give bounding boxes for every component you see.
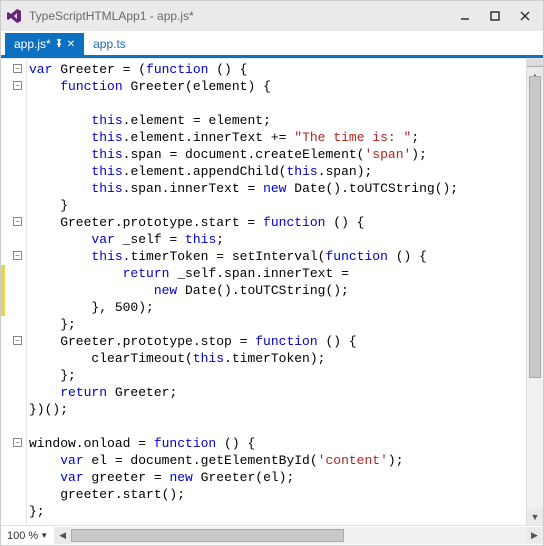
code-editor[interactable]: var Greeter = (function () { function Gr… bbox=[27, 59, 526, 525]
tab-label: app.js* bbox=[14, 37, 51, 51]
code-line[interactable]: function Greeter(element) { bbox=[29, 78, 526, 95]
tab-app-ts[interactable]: app.ts bbox=[84, 33, 135, 55]
window-title: TypeScriptHTMLApp1 - app.js* bbox=[29, 9, 451, 23]
close-button[interactable] bbox=[511, 5, 539, 27]
code-line[interactable]: this.element.appendChild(this.span); bbox=[29, 163, 526, 180]
fold-toggle[interactable]: − bbox=[13, 336, 22, 345]
editor-area: − − − − − − var Greeter = (function () { func… bbox=[1, 58, 543, 525]
fold-toggle[interactable]: − bbox=[13, 81, 22, 90]
hscroll-thumb[interactable] bbox=[71, 529, 344, 542]
code-line[interactable]: }; bbox=[29, 316, 526, 333]
code-line[interactable] bbox=[29, 95, 526, 112]
fold-toggle[interactable]: − bbox=[13, 64, 22, 73]
vertical-scrollbar[interactable]: ▲ ▼ bbox=[526, 59, 543, 525]
scroll-down-arrow[interactable]: ▼ bbox=[527, 508, 543, 525]
code-line[interactable]: clearTimeout(this.timerToken); bbox=[29, 350, 526, 367]
split-handle[interactable] bbox=[527, 59, 543, 67]
fold-toggle[interactable]: − bbox=[13, 251, 22, 260]
code-line[interactable]: }; bbox=[29, 367, 526, 384]
code-line[interactable]: this.span.innerText = new Date().toUTCSt… bbox=[29, 180, 526, 197]
code-line[interactable]: } bbox=[29, 197, 526, 214]
code-line[interactable]: var Greeter = (function () { bbox=[29, 61, 526, 78]
code-line[interactable]: return _self.span.innerText = bbox=[29, 265, 526, 282]
zoom-level: 100 % bbox=[7, 530, 38, 542]
code-line[interactable]: }; bbox=[29, 503, 526, 520]
tabbar: app.js* ✕ app.ts bbox=[1, 31, 543, 55]
tab-label: app.ts bbox=[93, 37, 126, 51]
code-line[interactable]: this.span = document.createElement('span… bbox=[29, 146, 526, 163]
code-line[interactable]: greeter.start(); bbox=[29, 486, 526, 503]
tab-app-js[interactable]: app.js* ✕ bbox=[5, 33, 84, 55]
app-window: TypeScriptHTMLApp1 - app.js* app.js* ✕ a… bbox=[0, 0, 544, 546]
fold-toggle[interactable]: − bbox=[13, 438, 22, 447]
code-line[interactable]: var _self = this; bbox=[29, 231, 526, 248]
code-line[interactable]: this.element.innerText += "The time is: … bbox=[29, 129, 526, 146]
code-line[interactable]: var el = document.getElementById('conten… bbox=[29, 452, 526, 469]
hscroll-track[interactable] bbox=[71, 527, 526, 544]
code-line[interactable]: var greeter = new Greeter(el); bbox=[29, 469, 526, 486]
code-line[interactable]: }, 500); bbox=[29, 299, 526, 316]
code-line[interactable]: this.element = element; bbox=[29, 112, 526, 129]
change-marker bbox=[1, 265, 5, 316]
code-line[interactable]: Greeter.prototype.stop = function () { bbox=[29, 333, 526, 350]
scroll-track[interactable] bbox=[527, 76, 543, 508]
code-line[interactable]: window.onload = function () { bbox=[29, 435, 526, 452]
scroll-left-arrow[interactable]: ◀ bbox=[54, 527, 71, 544]
scroll-right-arrow[interactable]: ▶ bbox=[526, 527, 543, 544]
zoom-control[interactable]: 100 % ▼ bbox=[1, 530, 54, 542]
code-line[interactable]: })(); bbox=[29, 401, 526, 418]
code-line[interactable]: new Date().toUTCString(); bbox=[29, 282, 526, 299]
code-line[interactable] bbox=[29, 418, 526, 435]
vs-logo-icon bbox=[5, 7, 23, 25]
code-line[interactable]: return Greeter; bbox=[29, 384, 526, 401]
scroll-thumb[interactable] bbox=[529, 76, 541, 378]
fold-toggle[interactable]: − bbox=[13, 217, 22, 226]
chevron-down-icon: ▼ bbox=[40, 531, 48, 540]
horizontal-scrollbar[interactable]: ◀ ▶ bbox=[54, 527, 543, 544]
code-line[interactable]: Greeter.prototype.start = function () { bbox=[29, 214, 526, 231]
fold-gutter: − − − − − − bbox=[1, 59, 27, 525]
maximize-button[interactable] bbox=[481, 5, 509, 27]
statusbar: 100 % ▼ ◀ ▶ bbox=[1, 525, 543, 545]
window-controls bbox=[451, 5, 539, 27]
titlebar: TypeScriptHTMLApp1 - app.js* bbox=[1, 1, 543, 31]
close-icon[interactable]: ✕ bbox=[67, 39, 75, 50]
pin-icon[interactable] bbox=[55, 39, 63, 50]
code-line[interactable]: this.timerToken = setInterval(function (… bbox=[29, 248, 526, 265]
minimize-button[interactable] bbox=[451, 5, 479, 27]
